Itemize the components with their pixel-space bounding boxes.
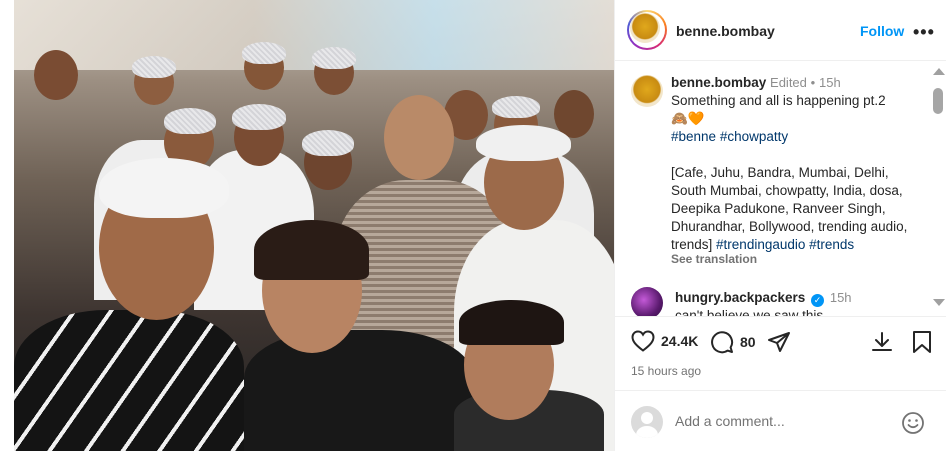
comment-text: can't believe we saw this	[675, 308, 824, 316]
verified-icon: ✓	[811, 294, 825, 307]
heart-icon	[631, 330, 655, 352]
scroll-down-arrow[interactable]	[933, 299, 945, 306]
comments-section[interactable]: benne.bombay Edited • 15h Something and …	[615, 62, 946, 316]
caption-emojis: 🙈🧡	[671, 111, 705, 126]
download-icon	[870, 330, 894, 354]
like-button[interactable]: 24.4K	[631, 330, 698, 352]
hashtag-link[interactable]: #chowpatty	[720, 129, 788, 144]
caption-dot: •	[810, 75, 816, 90]
commenter-avatar[interactable]	[631, 287, 663, 316]
more-options-icon[interactable]: •••	[913, 22, 935, 43]
like-count[interactable]: 24.4K	[661, 333, 698, 349]
comment-header: hungry.backpackers ✓ 15h	[675, 290, 852, 307]
comment-button[interactable]: 80	[710, 330, 756, 354]
post-photo[interactable]	[14, 0, 614, 451]
share-button[interactable]	[767, 330, 791, 354]
share-icon	[767, 330, 791, 354]
post-header: benne.bombay Follow •••	[615, 0, 946, 61]
emoji-icon[interactable]	[901, 411, 925, 440]
caption-username[interactable]: benne.bombay	[671, 75, 766, 90]
comment-icon	[710, 330, 734, 354]
hashtag-link[interactable]: #benne	[671, 129, 716, 144]
comment-count: 80	[740, 334, 756, 350]
hashtag-link[interactable]: #trendingaudio	[716, 237, 805, 252]
hashtag-link[interactable]: #trends	[809, 237, 854, 252]
scroll-up-arrow[interactable]	[933, 68, 945, 75]
post-side-panel: benne.bombay Follow ••• benne.bombay Edi…	[614, 0, 946, 451]
add-comment-input[interactable]	[675, 413, 895, 429]
caption-avatar[interactable]	[631, 75, 663, 107]
save-button[interactable]	[911, 330, 933, 354]
post-time-ago: 15 hours ago	[631, 364, 702, 378]
see-translation-link[interactable]: See translation	[671, 252, 757, 266]
caption-time: 15h	[819, 75, 841, 90]
author-avatar[interactable]	[627, 10, 667, 50]
follow-button[interactable]: Follow	[860, 23, 904, 39]
commenter-username[interactable]: hungry.backpackers	[675, 290, 805, 305]
current-user-avatar	[631, 406, 663, 438]
comment-time: 15h	[829, 290, 852, 305]
caption-line: Something and all is happening pt.2	[671, 93, 886, 108]
add-comment-bar	[615, 390, 946, 451]
author-username[interactable]: benne.bombay	[676, 23, 775, 39]
scrollbar-thumb[interactable]	[933, 88, 943, 114]
bookmark-icon	[911, 330, 933, 354]
caption: benne.bombay Edited • 15h Something and …	[671, 74, 921, 254]
post-actions: 24.4K 80 15 hours ago	[615, 316, 946, 388]
caption-edited: Edited	[770, 75, 807, 90]
download-button[interactable]	[870, 330, 894, 354]
